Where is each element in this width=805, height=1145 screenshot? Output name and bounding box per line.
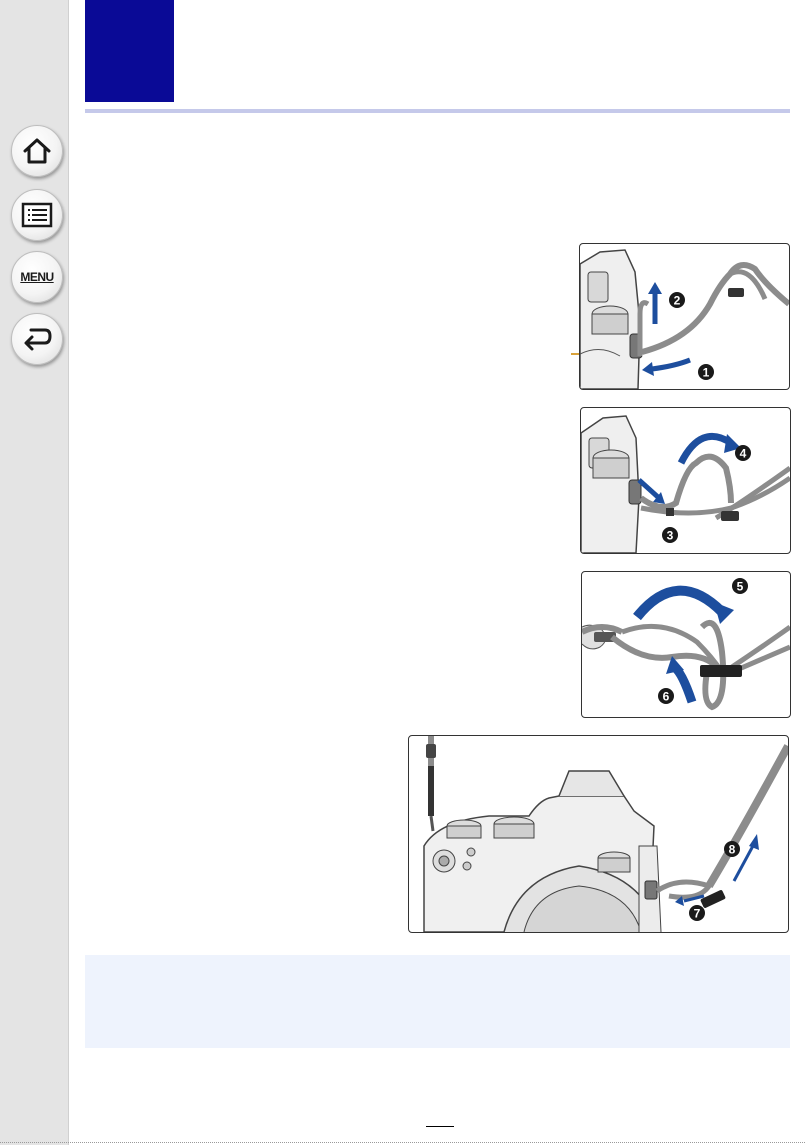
sidebar: MENU xyxy=(0,0,69,1145)
home-button[interactable] xyxy=(11,125,63,177)
figure-step-1-2: 2 1 xyxy=(579,243,790,390)
step-marker-8: 8 xyxy=(729,843,736,857)
step-marker-4: 4 xyxy=(740,447,747,461)
step-marker-5: 5 xyxy=(737,580,744,594)
contents-button[interactable] xyxy=(11,189,63,241)
figure-step-5-6: 5 6 xyxy=(581,571,791,718)
figure-step-7-8: 8 7 xyxy=(408,735,789,933)
step-marker-1: 1 xyxy=(703,366,710,380)
back-arrow-icon xyxy=(24,328,52,351)
chapter-marker xyxy=(85,0,174,102)
step-marker-3: 3 xyxy=(667,529,674,543)
menu-button[interactable]: MENU xyxy=(11,251,63,303)
note-box xyxy=(85,955,790,1048)
figure-step-3-4: 4 3 xyxy=(580,407,791,554)
step-marker-7: 7 xyxy=(694,907,701,921)
list-icon xyxy=(21,202,53,228)
menu-icon: MENU xyxy=(20,270,54,284)
home-icon xyxy=(23,138,51,164)
title-rule xyxy=(85,109,790,113)
step-marker-2: 2 xyxy=(674,294,681,308)
page-bottom-border xyxy=(0,1142,805,1143)
back-button[interactable] xyxy=(11,313,63,365)
page-number xyxy=(426,1110,454,1127)
step-marker-6: 6 xyxy=(663,690,670,704)
